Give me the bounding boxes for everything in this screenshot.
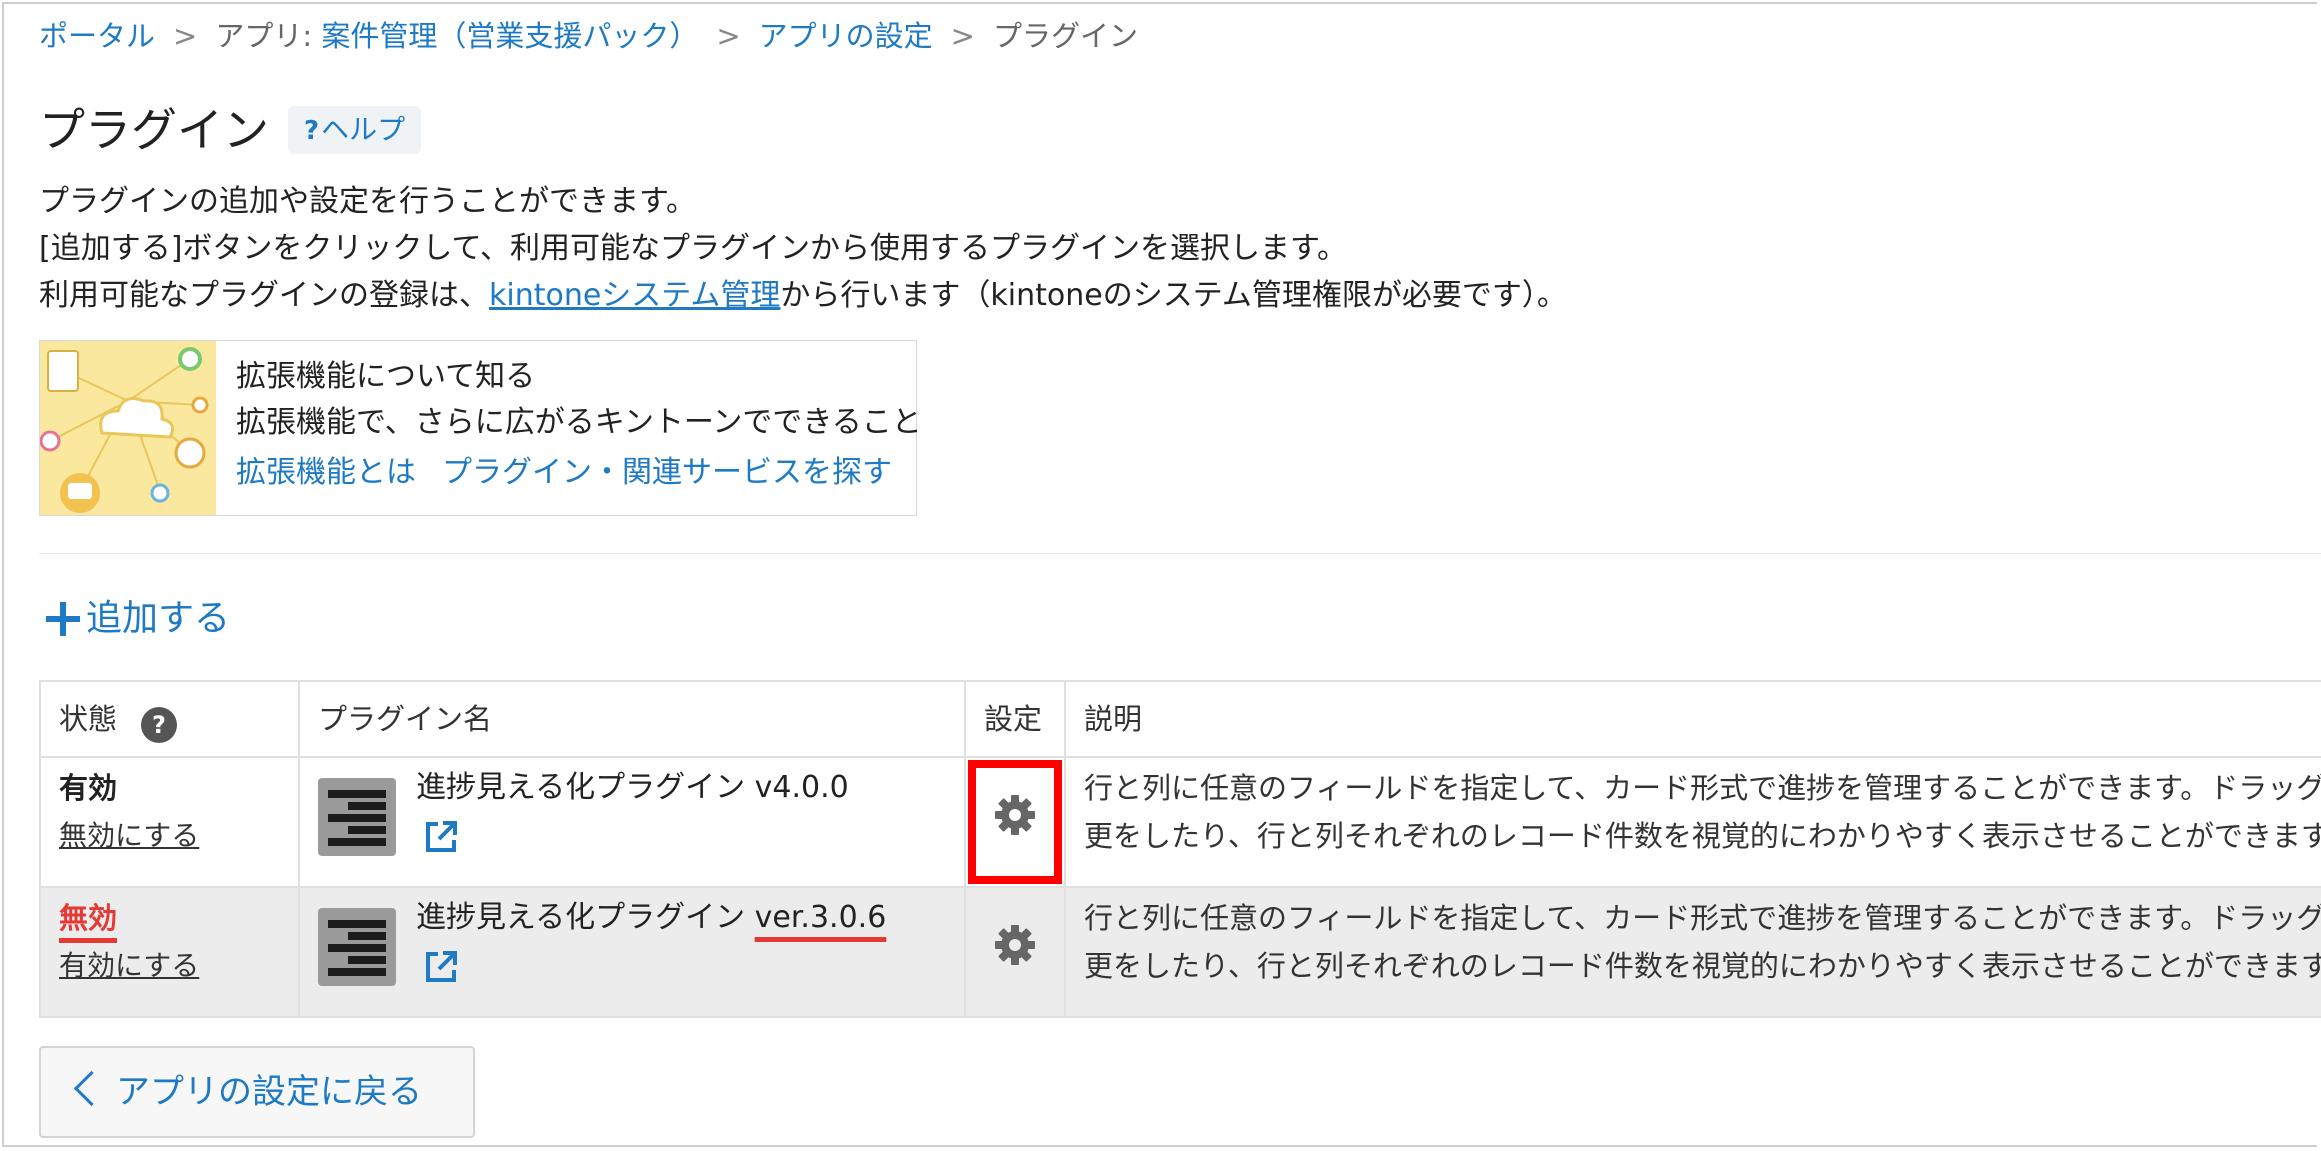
page-title: プラグイン [39,103,269,157]
column-header-name: プラグイン名 [298,680,966,758]
status-header-label: 状態 [59,702,118,736]
plugin-icon [318,778,396,856]
breadcrumb-app-settings-link[interactable]: アプリの設定 [759,19,933,53]
add-plugin-button[interactable]: 追加する [44,594,230,644]
system-admin-link[interactable]: kintoneシステム管理 [489,278,780,313]
table-header-row: 状態? プラグイン名 設定 説明 [39,680,2321,758]
status-disabled: 無効 [59,901,118,935]
description-cell: 行と列に任意のフィールドを指定して、カード形式で進捗を管理することができます。ド… [1064,886,2321,1018]
plugin-description-line: 更をしたり、行と列それぞれのレコード件数を視覚的にわかりやすく表示させることがで… [1084,949,2321,983]
description-cell: 行と列に任意のフィールドを指定して、カード形式で進捗を管理することができます。ド… [1064,756,2321,888]
banner-subtitle: 拡張機能で、さらに広がるキントーンでできること [236,405,922,440]
what-are-extensions-link[interactable]: 拡張機能とは [236,453,416,493]
settings-cell [964,886,1066,1018]
settings-cell [964,756,1066,888]
back-button-label: アプリの設定に戻る [116,1072,422,1112]
breadcrumb-separator: > [716,19,741,53]
breadcrumb: ポータル > アプリ: 案件管理（営業支援パック） > アプリの設定 > プラグイン [39,16,1138,56]
table-row: 無効 有効にする 進捗見える化プラグイン ver.3.0.6 行と列に任意のフィ… [39,886,2321,1018]
description-line: 利用可能なプラグインの登録は、kintoneシステム管理から行います（kinto… [39,272,1567,319]
status-cell: 有効 無効にする [39,756,300,888]
plugin-name-cell: 進捗見える化プラグイン ver.3.0.6 [298,886,966,1018]
breadcrumb-portal-link[interactable]: ポータル [39,19,155,53]
external-link-icon[interactable] [424,950,458,984]
plugin-name: 進捗見える化プラグイン ver.3.0.6 [416,894,886,942]
column-header-description: 説明 [1064,680,2321,758]
plugin-name: 進捗見える化プラグイン v4.0.0 [416,764,849,812]
question-circle-icon[interactable]: ? [141,707,178,743]
breadcrumb-current: プラグイン [992,19,1138,53]
plugin-icon [318,908,396,986]
disable-link[interactable]: 無効にする [59,812,280,860]
column-header-settings: 設定 [964,680,1066,758]
divider [39,553,2321,554]
plus-icon [44,600,82,638]
plugin-name-text: 進捗見える化プラグイン [416,900,755,935]
cloud-network-illustration [40,341,216,515]
extensions-banner: 拡張機能について知る 拡張機能で、さらに広がるキントーンでできること 拡張機能と… [39,340,922,516]
plugin-name-cell: 進捗見える化プラグイン v4.0.0 [298,756,966,888]
plugin-description-line: 行と列に任意のフィールドを指定して、カード形式で進捗を管理することができます。ド… [1084,901,2321,935]
status-cell: 無効 有効にする [39,886,300,1018]
description-text: から行います（kintoneのシステム管理権限が必要です）。 [780,278,1567,313]
gear-icon[interactable] [994,924,1036,966]
plugin-description-line: 更をしたり、行と列それぞれのレコード件数を視覚的にわかりやすく表示させることがで… [1084,819,2321,853]
highlight-box [968,760,1062,884]
description-text: 利用可能なプラグインの登録は、 [39,278,489,313]
description-line: プラグインの追加や設定を行うことができます。 [39,184,696,219]
add-plugin-label: 追加する [86,598,231,639]
enable-link[interactable]: 有効にする [59,942,280,990]
description-line: [追加する]ボタンをクリックして、利用可能なプラグインから使用するプラグインを選… [39,231,1348,266]
help-button[interactable]: ?ヘルプ [288,106,422,154]
column-header-status: 状態? [39,680,300,758]
status-enabled: 有効 [59,771,118,805]
plugin-description-line: 行と列に任意のフィールドを指定して、カード形式で進捗を管理することができます。ド… [1084,771,2321,805]
table-row: 有効 無効にする 進捗見える化プラグイン v4.0.0 行と列に任意のフィールド… [39,756,2321,888]
breadcrumb-app-prefix: アプリ: [215,19,322,53]
plugins-table: 状態? プラグイン名 設定 説明 有効 無効にする 進捗見える化プラグイン v4… [39,680,2321,1018]
chevron-left-icon [73,1070,110,1107]
back-to-app-settings-button[interactable]: アプリの設定に戻る [39,1046,475,1138]
breadcrumb-separator: > [950,19,975,53]
external-link-icon[interactable] [424,820,458,854]
help-label: ヘルプ [321,113,406,146]
breadcrumb-separator: > [173,19,198,53]
find-plugins-link[interactable]: プラグイン・関連サービスを探す [442,453,892,493]
plugin-version: ver.3.0.6 [754,900,887,935]
plugin-version: v4.0.0 [754,770,849,805]
help-icon: ? [304,116,320,146]
page-description: プラグインの追加や設定を行うことができます。 [追加する]ボタンをクリックして、… [39,178,1567,319]
breadcrumb-app-link[interactable]: 案件管理（営業支援パック） [321,19,698,53]
plugin-name-text: 進捗見える化プラグイン [416,770,755,805]
banner-title: 拡張機能について知る [236,359,536,394]
